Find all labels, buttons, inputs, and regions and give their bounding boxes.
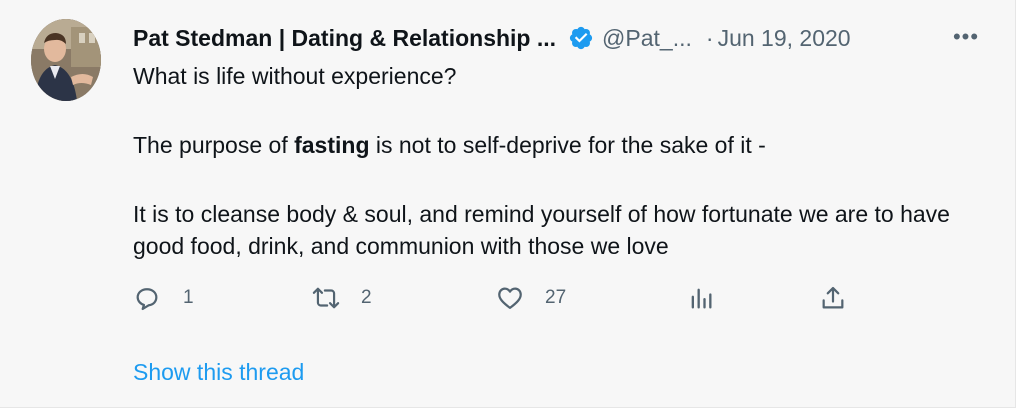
author-name[interactable]: Pat Stedman | Dating & Relationship ...	[133, 25, 556, 52]
analytics-icon	[691, 288, 712, 309]
like-button[interactable]: 27	[496, 281, 566, 315]
verified-badge-icon	[568, 25, 594, 51]
reply-icon	[136, 288, 158, 311]
author-avatar[interactable]	[31, 19, 101, 101]
tweet-actions: 1 2 27	[133, 281, 853, 315]
retweet-count: 2	[361, 287, 372, 308]
share-icon	[822, 286, 844, 309]
tweet-line-2: The purpose of fasting is not to self-de…	[133, 129, 983, 161]
retweet-icon	[312, 287, 340, 309]
tweet-line-2-suffix: is not to self-deprive for the sake of i…	[369, 132, 766, 158]
tweet-line-3: It is to cleanse body & soul, and remind…	[133, 201, 950, 259]
like-count: 27	[545, 287, 567, 308]
tweet-text: What is life without experience? The pur…	[133, 60, 983, 262]
tweet-card[interactable]: Pat Stedman | Dating & Relationship ... …	[0, 0, 1016, 408]
tweet-header: Pat Stedman | Dating & Relationship ... …	[133, 20, 975, 56]
like-heart-icon	[498, 287, 522, 310]
analytics-button[interactable]	[687, 281, 715, 315]
retweet-button[interactable]: 2	[311, 281, 372, 315]
reply-count: 1	[183, 287, 194, 308]
avatar-photo	[31, 19, 101, 101]
tweet-line-2-prefix: The purpose of	[133, 132, 295, 158]
tweet-line-1: What is life without experience?	[133, 63, 457, 89]
hashtag-fasting: fasting	[294, 132, 370, 158]
reply-button[interactable]: 1	[133, 281, 194, 315]
separator-dot: ·	[705, 24, 714, 51]
more-options-icon[interactable]: •••	[951, 22, 981, 52]
author-handle[interactable]: @Pat_...	[602, 25, 692, 52]
show-thread-link[interactable]: Show this thread	[133, 359, 304, 386]
tweet-date[interactable]: Jun 19, 2020	[718, 25, 851, 52]
share-button[interactable]	[819, 281, 847, 315]
